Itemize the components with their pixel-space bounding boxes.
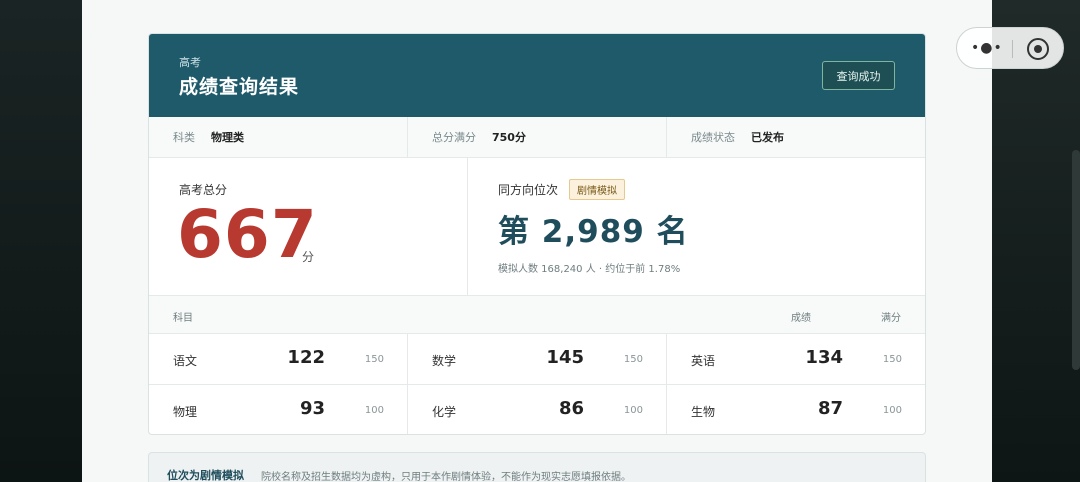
rank-panel: 同方向位次 剧情模拟 第 2,989 名 模拟人数 168,240 人 · 约位…: [468, 158, 925, 295]
rank-value: 第 2,989 名: [498, 214, 689, 250]
subjects-header-score: 成绩: [791, 313, 811, 324]
notice-title: 位次为剧情模拟: [167, 469, 244, 482]
subject-name: 物理: [173, 405, 198, 419]
subject-score: 134: [805, 347, 843, 368]
subject-cell: 数学 145 150: [408, 334, 667, 385]
subjects-header-subject: 科目: [173, 313, 193, 324]
capsule-divider: [1012, 40, 1013, 58]
subjects-header: 科目 成绩 满分: [149, 296, 925, 334]
subject-name: 数学: [432, 354, 457, 368]
rank-label: 同方向位次: [498, 183, 559, 197]
subject-max: 150: [364, 354, 384, 365]
page-title: 成绩查询结果: [179, 76, 300, 98]
scrollbar[interactable]: [1072, 150, 1080, 370]
total-score-unit: 分: [302, 250, 315, 264]
subject-score: 87: [817, 398, 843, 419]
subjects-header-max: 满分: [881, 313, 901, 324]
miniprogram-capsule: •●•: [956, 27, 1064, 69]
meta-key: 成绩状态: [691, 131, 735, 144]
subject-score: 145: [546, 347, 584, 368]
meta-full-score: 总分满分 750分: [408, 117, 667, 157]
total-score-panel: 高考总分 667 分: [149, 158, 468, 295]
subject-max: 100: [364, 405, 384, 416]
subject-cell: 化学 86 100: [408, 385, 667, 434]
more-icon[interactable]: •●•: [971, 40, 1003, 56]
query-status-button[interactable]: 查询成功: [822, 61, 895, 90]
subject-max: 150: [882, 354, 902, 365]
subject-max: 150: [623, 354, 643, 365]
subject-name: 生物: [691, 405, 716, 419]
subject-score: 93: [299, 398, 325, 419]
simulation-badge: 剧情模拟: [569, 179, 625, 200]
background-right: [992, 0, 1080, 482]
meta-row: 科类 物理类 总分满分 750分 成绩状态 已发布: [149, 117, 925, 158]
subject-name: 语文: [173, 354, 198, 368]
header-eyebrow: 高考: [179, 56, 201, 69]
meta-status: 成绩状态 已发布: [667, 117, 925, 157]
notice-text: 院校名称及招生数据均为虚构，只用于本作剧情体验，不能作为现实志愿填报依据。: [261, 472, 631, 482]
meta-value: 已发布: [751, 131, 784, 144]
subject-cell: 物理 93 100: [149, 385, 408, 434]
meta-value: 750分: [492, 131, 526, 144]
subject-name: 化学: [432, 405, 457, 419]
subject-score: 122: [287, 347, 325, 368]
close-target-icon[interactable]: [1027, 38, 1049, 60]
meta-key: 科类: [173, 131, 195, 144]
subject-name: 英语: [691, 354, 716, 368]
subject-max: 100: [882, 405, 902, 416]
disclaimer-notice: 位次为剧情模拟 院校名称及招生数据均为虚构，只用于本作剧情体验，不能作为现实志愿…: [148, 452, 926, 482]
subjects-grid: 语文 122 150 数学 145 150 英语 134 150 物理 93 1…: [149, 334, 925, 434]
card-header: 高考 成绩查询结果 查询成功: [149, 34, 925, 117]
subject-cell: 英语 134 150: [667, 334, 925, 385]
subject-score: 86: [558, 398, 584, 419]
meta-key: 总分满分: [432, 131, 476, 144]
meta-value: 物理类: [211, 131, 244, 144]
page: 高考 成绩查询结果 查询成功 科类 物理类 总分满分 750分 成绩状态 已发布…: [82, 0, 992, 482]
subject-cell: 生物 87 100: [667, 385, 925, 434]
meta-category: 科类 物理类: [149, 117, 408, 157]
total-score-value: 667: [177, 196, 318, 273]
rank-note: 模拟人数 168,240 人 · 约位于前 1.78%: [498, 264, 681, 275]
result-card: 高考 成绩查询结果 查询成功 科类 物理类 总分满分 750分 成绩状态 已发布…: [148, 33, 926, 435]
background-left: [0, 0, 82, 482]
score-row: 高考总分 667 分 同方向位次 剧情模拟 第 2,989 名 模拟人数 168…: [149, 158, 925, 296]
subject-cell: 语文 122 150: [149, 334, 408, 385]
subject-max: 100: [623, 405, 643, 416]
